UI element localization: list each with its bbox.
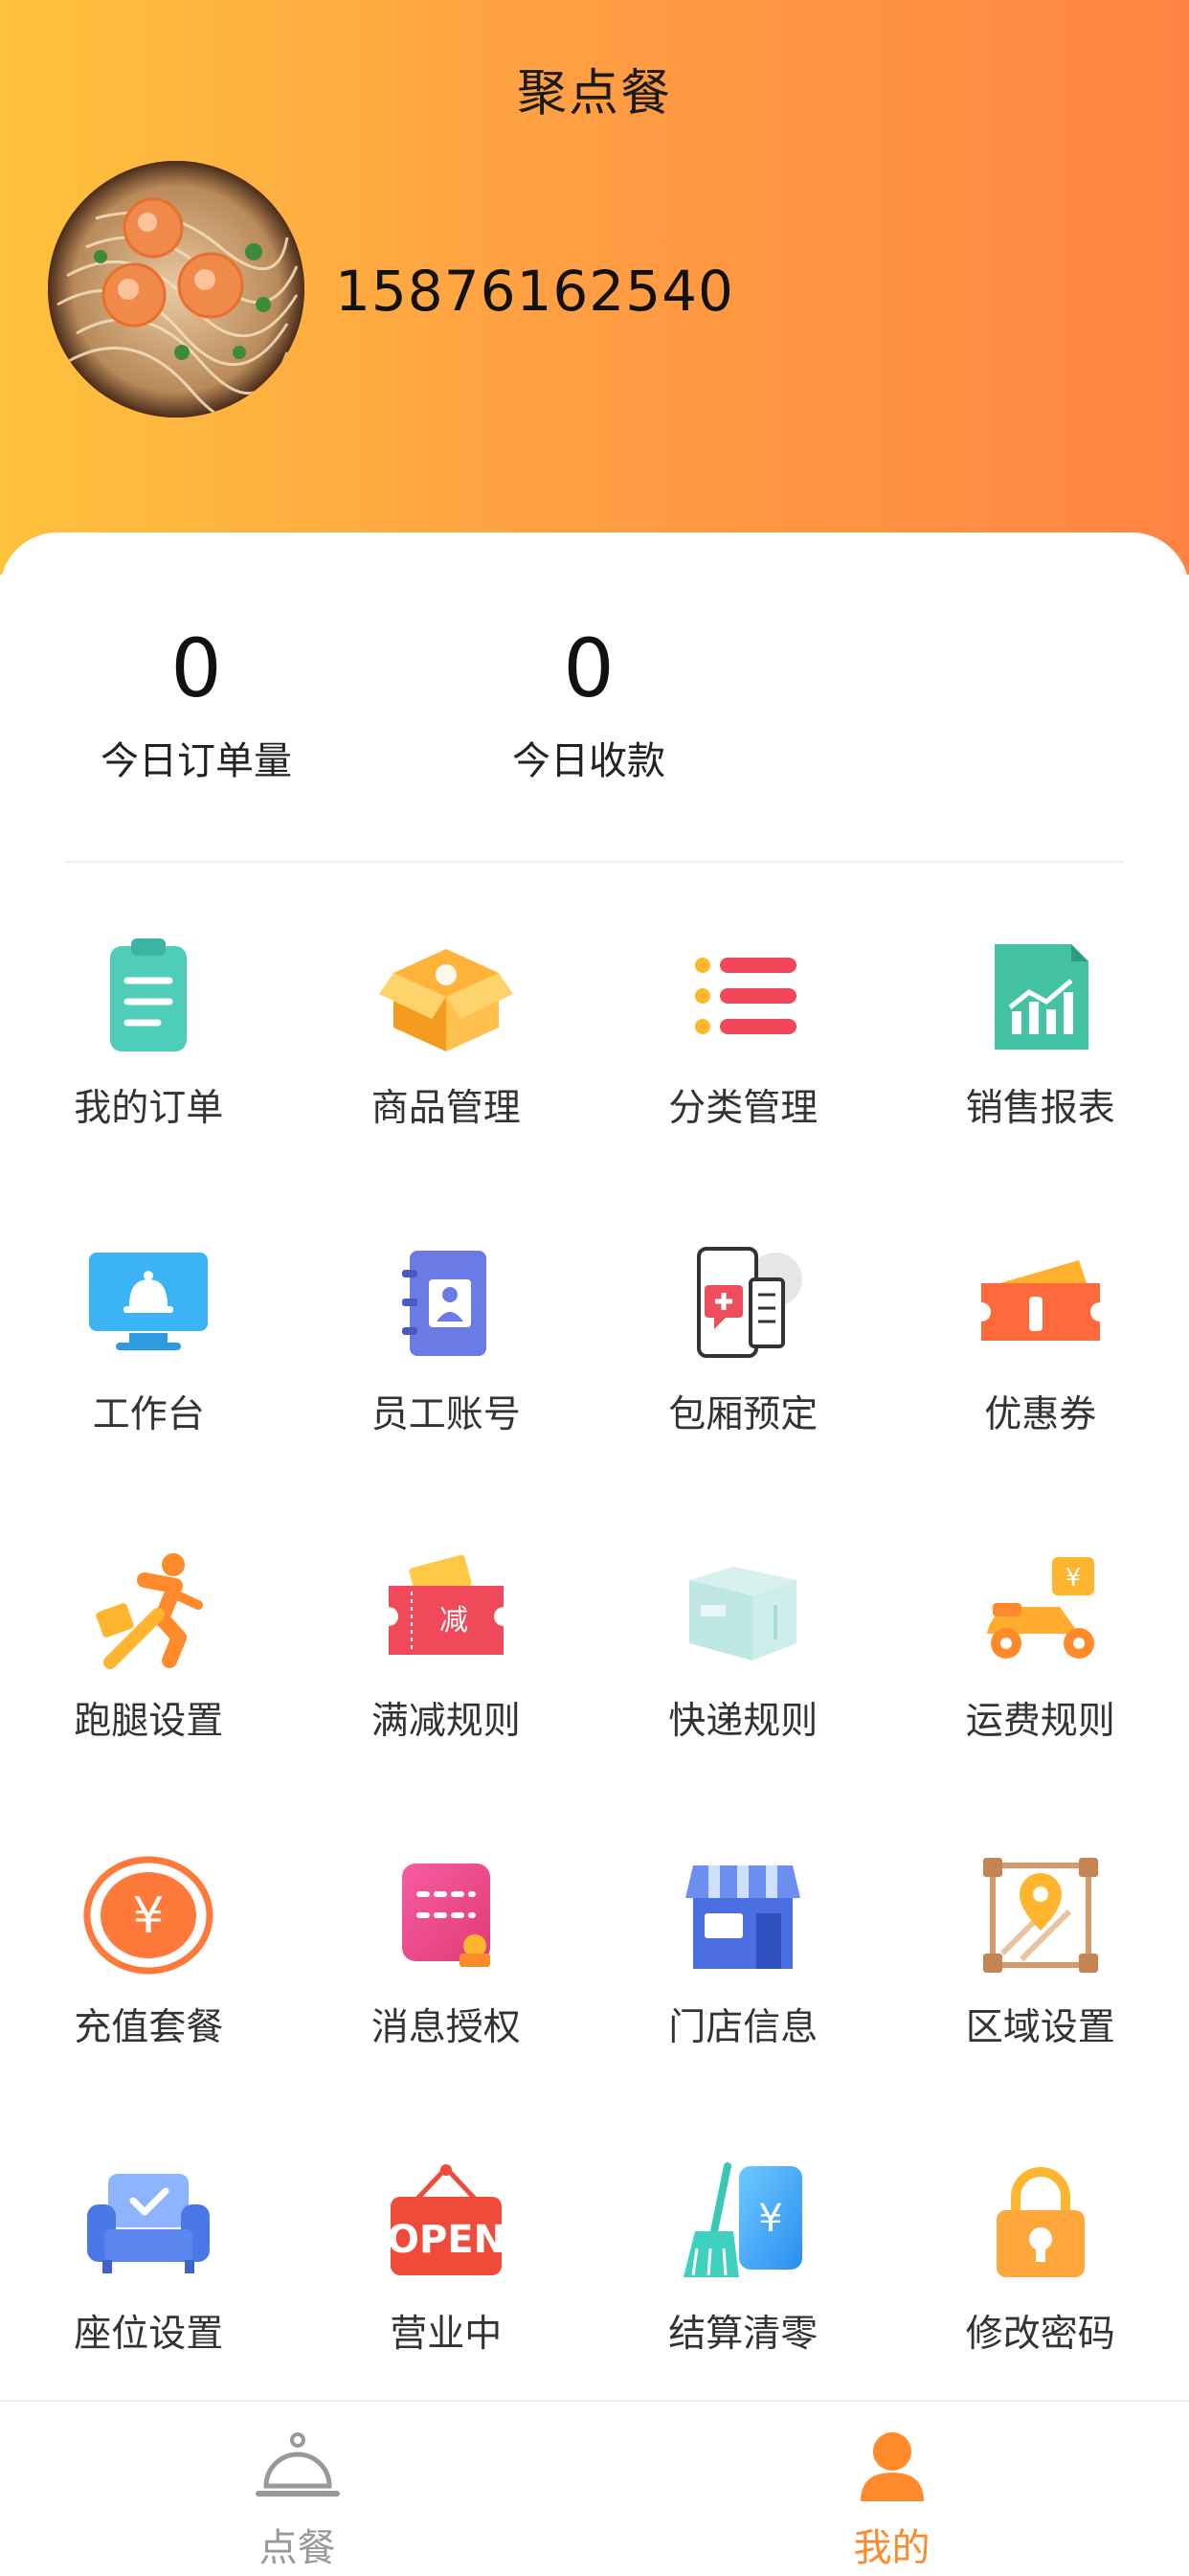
stat-value: 0 — [445, 628, 732, 709]
tab-label: 点餐 — [0, 2517, 594, 2572]
coupon-icon — [974, 1241, 1108, 1366]
account-phone: 15876162540 — [335, 259, 734, 324]
bottom-tab-bar: 点餐 我的 — [0, 2400, 1189, 2576]
menu-label: 员工账号 — [298, 1385, 595, 1438]
menu-label: 座位设置 — [0, 2304, 298, 2358]
tab-mine[interactable]: 我的 — [594, 2402, 1189, 2576]
menu-label: 快递规则 — [594, 1691, 892, 1745]
category-list-icon — [676, 935, 810, 1059]
svg-text:OPEN: OPEN — [387, 2218, 505, 2262]
menu-item-store-info[interactable]: 门店信息 — [594, 1835, 892, 2141]
divider — [65, 861, 1124, 863]
function-grid: 我的订单 商品管理 分类管理 — [0, 915, 1189, 2448]
menu-item-staff[interactable]: 员工账号 — [298, 1222, 595, 1528]
svg-text:减: 减 — [439, 1604, 468, 1638]
dashboard-card: 0 今日订单量 0 今日收款 我的订单 商品管理 — [0, 532, 1189, 2400]
tab-label: 我的 — [594, 2517, 1189, 2572]
menu-item-discount-rules[interactable]: 减 满减规则 — [298, 1528, 595, 1835]
food-photo — [48, 161, 304, 418]
sofa-icon — [81, 2160, 215, 2285]
product-box-icon — [379, 935, 513, 1059]
stat-today-orders[interactable]: 0 今日订单量 — [53, 628, 340, 785]
cloche-icon — [255, 2429, 341, 2505]
menu-label: 包厢预定 — [594, 1385, 892, 1438]
menu-item-categories[interactable]: 分类管理 — [594, 915, 892, 1222]
menu-label: 分类管理 — [594, 1078, 892, 1132]
svg-text:¥: ¥ — [1065, 1564, 1081, 1593]
menu-item-coupon[interactable]: 优惠券 — [892, 1222, 1189, 1528]
menu-label: 区域设置 — [892, 1998, 1189, 2051]
menu-label: 我的订单 — [0, 1078, 298, 1132]
stat-label: 今日订单量 — [53, 730, 340, 785]
menu-label: 跑腿设置 — [0, 1691, 298, 1745]
menu-label: 运费规则 — [892, 1691, 1189, 1745]
menu-label: 结算清零 — [594, 2304, 892, 2358]
monitor-bell-icon — [81, 1241, 215, 1366]
page-title: 聚点餐 — [0, 53, 1189, 124]
menu-label: 修改密码 — [892, 2304, 1189, 2358]
menu-label: 充值套餐 — [0, 1998, 298, 2051]
runner-icon — [81, 1548, 215, 1672]
menu-item-recharge[interactable]: ¥ 充值套餐 — [0, 1835, 298, 2141]
menu-label: 满减规则 — [298, 1691, 595, 1745]
message-auth-icon — [379, 1854, 513, 1978]
room-booking-icon — [676, 1241, 810, 1366]
stat-value: 0 — [53, 628, 340, 709]
menu-item-workbench[interactable]: 工作台 — [0, 1222, 298, 1528]
menu-item-errand[interactable]: 跑腿设置 — [0, 1528, 298, 1835]
menu-item-message-auth[interactable]: 消息授权 — [298, 1835, 595, 2141]
yuan-coin-icon: ¥ — [81, 1854, 215, 1978]
discount-ticket-icon: 减 — [379, 1548, 513, 1672]
user-icon — [849, 2429, 935, 2505]
sales-report-icon — [974, 935, 1108, 1059]
menu-label: 商品管理 — [298, 1078, 595, 1132]
clipboard-icon — [81, 935, 215, 1059]
stat-today-revenue[interactable]: 0 今日收款 — [445, 628, 732, 785]
scooter-icon: ¥ — [974, 1548, 1108, 1672]
menu-item-area-settings[interactable]: 区域设置 — [892, 1835, 1189, 2141]
menu-label: 营业中 — [298, 2304, 595, 2358]
menu-label: 门店信息 — [594, 1998, 892, 2051]
menu-item-orders[interactable]: 我的订单 — [0, 915, 298, 1222]
profile-header: 聚点餐 158761625 — [0, 0, 1189, 575]
menu-item-sales-report[interactable]: 销售报表 — [892, 915, 1189, 1222]
menu-label: 优惠券 — [892, 1385, 1189, 1438]
stat-label: 今日收款 — [445, 730, 732, 785]
parcel-icon — [676, 1548, 810, 1672]
menu-item-express-rules[interactable]: 快递规则 — [594, 1528, 892, 1835]
menu-label: 消息授权 — [298, 1998, 595, 2051]
svg-text:¥: ¥ — [759, 2197, 783, 2241]
tab-order[interactable]: 点餐 — [0, 2402, 594, 2576]
open-sign-icon: OPEN — [379, 2160, 513, 2285]
menu-label: 销售报表 — [892, 1078, 1189, 1132]
area-map-pin-icon — [974, 1854, 1108, 1978]
broom-yuan-icon: ¥ — [676, 2160, 810, 2285]
menu-item-products[interactable]: 商品管理 — [298, 915, 595, 1222]
store-icon — [676, 1854, 810, 1978]
svg-text:¥: ¥ — [133, 1887, 165, 1945]
menu-item-room-booking[interactable]: 包厢预定 — [594, 1222, 892, 1528]
menu-label: 工作台 — [0, 1385, 298, 1438]
menu-item-shipping-rules[interactable]: ¥ 运费规则 — [892, 1528, 1189, 1835]
staff-book-icon — [379, 1241, 513, 1366]
padlock-icon — [974, 2160, 1108, 2285]
avatar[interactable] — [48, 161, 304, 418]
